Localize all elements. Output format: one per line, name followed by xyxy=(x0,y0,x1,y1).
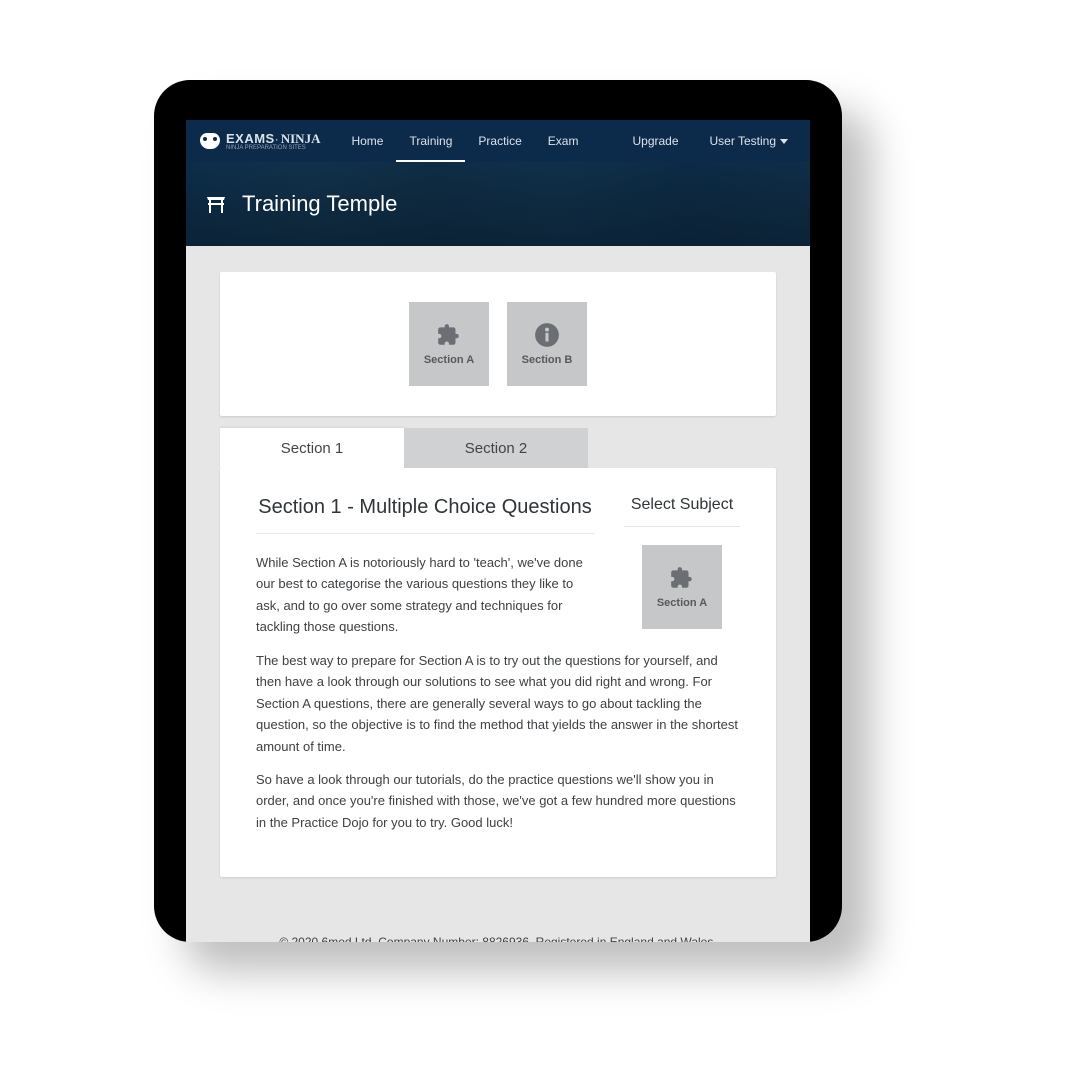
section-heading: Section 1 - Multiple Choice Questions xyxy=(256,496,594,534)
tab-section-2[interactable]: Section 2 xyxy=(404,428,588,468)
user-menu[interactable]: User Testing xyxy=(692,134,796,148)
page-title: Training Temple xyxy=(242,191,397,217)
tile-label: Section A xyxy=(657,597,707,609)
section-selector-card: Section A Section B xyxy=(220,272,776,416)
section-content-card: Section 1 - Multiple Choice Questions Wh… xyxy=(220,468,776,877)
info-icon xyxy=(534,322,560,348)
ninja-mask-icon xyxy=(200,133,220,149)
section-paragraph: The best way to prepare for Section A is… xyxy=(256,650,740,757)
footer-copyright-pre: © 2020 xyxy=(279,935,321,942)
logo-suffix: NINJA xyxy=(281,131,321,146)
logo-brand: EXAMS xyxy=(226,131,275,146)
navbar: EXAMS·NINJA NINJA PREPARATION SITES Home… xyxy=(186,120,810,162)
nav-upgrade[interactable]: Upgrade xyxy=(619,120,691,162)
select-subject-panel: Select Subject Section A xyxy=(624,496,740,629)
tile-section-a[interactable]: Section A xyxy=(409,302,489,386)
nav-practice[interactable]: Practice xyxy=(465,120,534,162)
tile-label: Section B xyxy=(522,354,573,366)
section-tabs: Section 1 Section 2 xyxy=(220,428,776,468)
logo[interactable]: EXAMS·NINJA NINJA PREPARATION SITES xyxy=(200,131,320,151)
content-area: Section A Section B Section 1 Section 2 … xyxy=(186,246,810,942)
tile-label: Section A xyxy=(424,354,474,366)
subject-tile-section-a[interactable]: Section A xyxy=(642,545,722,629)
footer: © 2020 6med Ltd. Company Number: 8826936… xyxy=(220,933,776,942)
chevron-down-icon xyxy=(780,139,788,144)
nav-exam[interactable]: Exam xyxy=(535,120,592,162)
tab-section-1[interactable]: Section 1 xyxy=(220,428,404,468)
app-screen: EXAMS·NINJA NINJA PREPARATION SITES Home… xyxy=(186,120,810,942)
nav-home[interactable]: Home xyxy=(338,120,396,162)
puzzle-icon xyxy=(436,322,462,348)
section-paragraph: While Section A is notoriously hard to '… xyxy=(256,552,594,638)
puzzle-icon xyxy=(669,565,695,591)
select-subject-heading: Select Subject xyxy=(624,496,740,527)
tile-section-b[interactable]: Section B xyxy=(507,302,587,386)
user-menu-label: User Testing xyxy=(710,134,776,148)
device-frame: EXAMS·NINJA NINJA PREPARATION SITES Home… xyxy=(154,80,842,942)
nav-links: Home Training Practice Exam Upgrade User… xyxy=(338,120,796,162)
nav-training[interactable]: Training xyxy=(396,120,465,162)
section-paragraph: So have a look through our tutorials, do… xyxy=(256,769,740,833)
hero-banner: Training Temple xyxy=(186,162,810,246)
footer-copyright-post: Company Number: 8826936. Registered in E… xyxy=(375,935,717,942)
torii-gate-icon xyxy=(204,192,228,216)
footer-company-link[interactable]: 6med Ltd. xyxy=(322,935,375,942)
